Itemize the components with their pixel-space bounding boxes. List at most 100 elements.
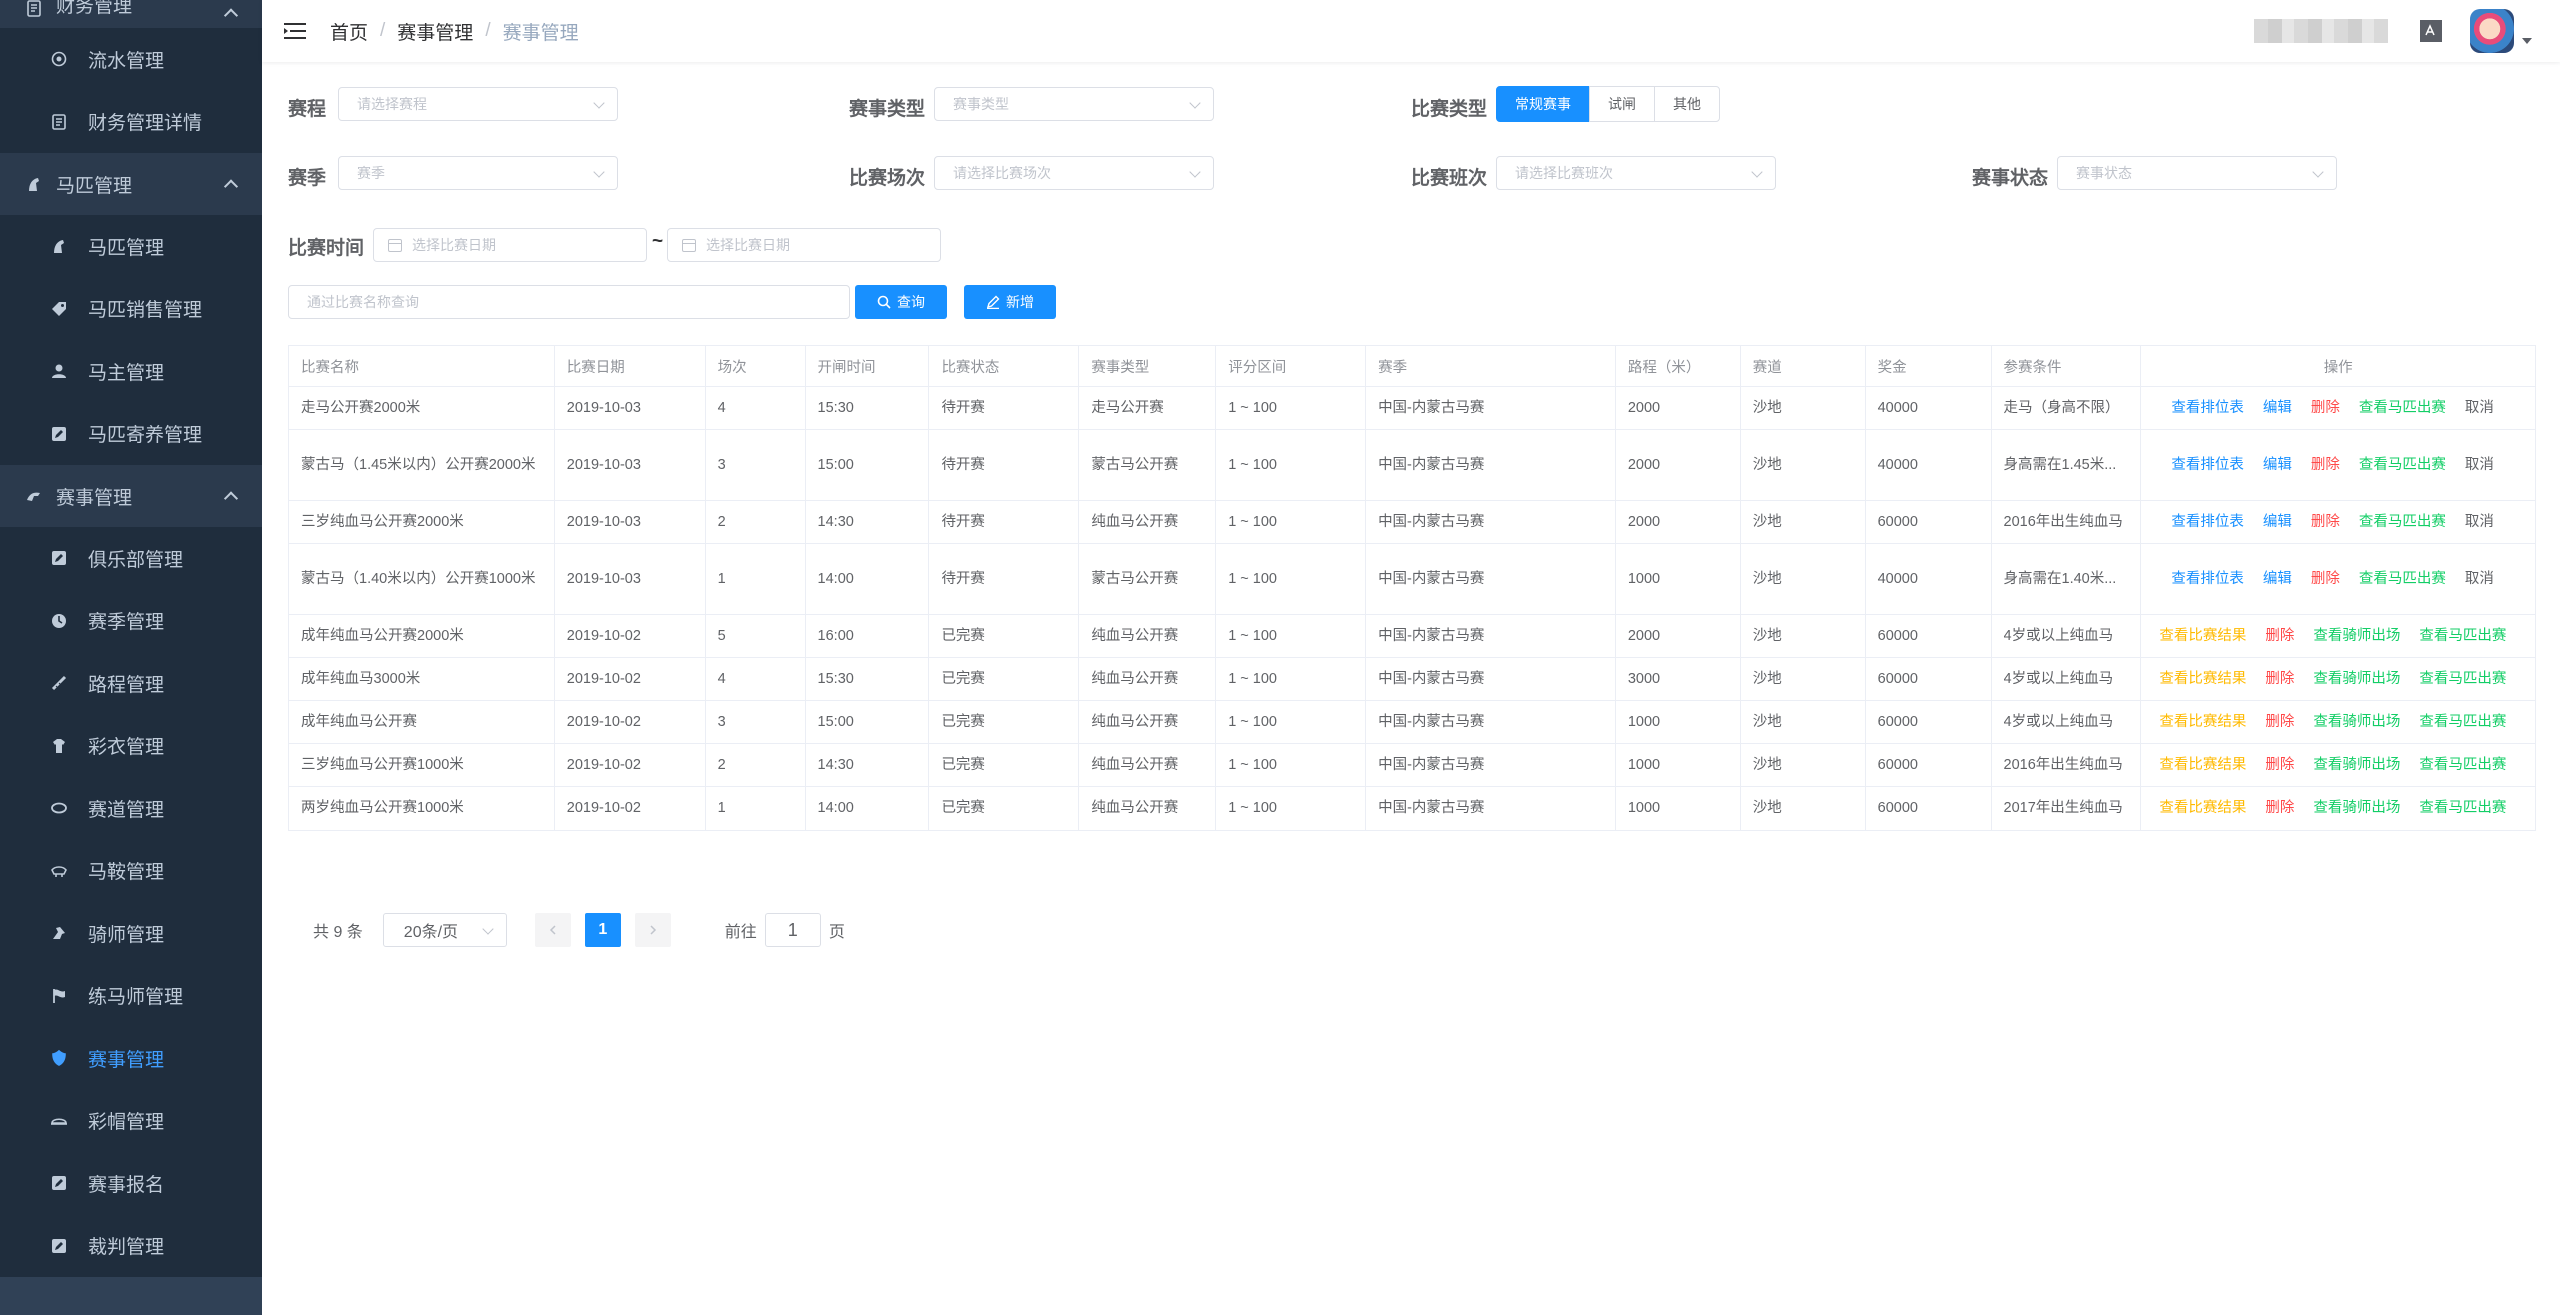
action-link[interactable]: 查看比赛结果 [2159, 710, 2246, 735]
sidebar-item[interactable]: 马匹寄养管理 [0, 402, 262, 465]
cell-text: 4 [717, 670, 726, 687]
sidebar-item[interactable]: 俱乐部管理 [0, 527, 262, 590]
course-select[interactable]: 请选择赛程 [338, 87, 618, 121]
start-date-input[interactable]: 选择比赛日期 [373, 228, 647, 262]
action-link[interactable]: 查看排位表 [2171, 453, 2244, 478]
action-link[interactable]: 查看比赛结果 [2159, 667, 2246, 692]
query-button[interactable]: 查询 [855, 285, 947, 319]
action-link[interactable]: 删除 [2265, 710, 2294, 735]
sidebar-group-1[interactable]: 马匹管理 [0, 153, 262, 215]
match-round-select[interactable]: 请选择比赛场次 [934, 156, 1214, 190]
action-link[interactable]: 删除 [2311, 453, 2340, 478]
action-link[interactable]: 取消 [2465, 567, 2494, 592]
next-page-button[interactable] [634, 913, 671, 947]
action-link[interactable]: 查看排位表 [2171, 567, 2244, 592]
cell-text: 1 ~ 100 [1228, 627, 1277, 644]
radio-other[interactable]: 其他 [1654, 86, 1720, 122]
sidebar-item[interactable]: 财务管理详情 [0, 90, 262, 153]
breadcrumb-home[interactable]: 首页 [330, 18, 368, 45]
add-button-label: 新增 [1006, 294, 1034, 310]
match-time-label: 比赛时间 [288, 238, 365, 259]
cell-name: 两岁纯血马公开赛1000米 [289, 787, 555, 830]
action-link[interactable]: 查看骑师出场 [2313, 753, 2400, 778]
sidebar-group-0[interactable]: 财务管理 [0, 0, 262, 28]
action-link[interactable]: 删除 [2265, 624, 2294, 649]
sidebar-item[interactable]: 马匹销售管理 [0, 277, 262, 340]
action-link[interactable]: 编辑 [2263, 567, 2292, 592]
cell-track: 沙地 [1741, 658, 1866, 700]
action-link[interactable]: 删除 [2311, 510, 2340, 535]
action-link[interactable]: 查看马匹出赛 [2419, 753, 2506, 778]
action-link[interactable]: 查看马匹出赛 [2419, 710, 2506, 735]
action-link[interactable]: 查看马匹出赛 [2359, 567, 2446, 592]
sidebar-group-2[interactable]: 赛事管理 [0, 465, 262, 527]
match-class-select[interactable]: 请选择比赛班次 [1496, 156, 1776, 190]
sidebar-item[interactable]: 练马师管理 [0, 964, 262, 1027]
page-size-select[interactable]: 20条/页 [382, 913, 507, 947]
action-link[interactable]: 删除 [2311, 567, 2340, 592]
sidebar-item[interactable]: 裁判管理 [0, 1214, 262, 1277]
action-link[interactable]: 编辑 [2263, 453, 2292, 478]
action-link[interactable]: 查看马匹出赛 [2359, 396, 2446, 421]
sidebar-item[interactable]: 路程管理 [0, 652, 262, 715]
action-link[interactable]: 取消 [2465, 510, 2494, 535]
sidebar-item[interactable]: 马主管理 [0, 340, 262, 403]
action-link[interactable]: 删除 [2265, 796, 2294, 821]
action-link[interactable]: 查看马匹出赛 [2359, 453, 2446, 478]
action-link[interactable]: 编辑 [2263, 396, 2292, 421]
page-number-button[interactable]: 1 [584, 913, 621, 947]
event-type-select[interactable]: 赛事类型 [934, 87, 1214, 121]
action-link[interactable]: 删除 [2265, 667, 2294, 692]
language-icon[interactable] [2420, 20, 2442, 42]
action-link[interactable]: 查看马匹出赛 [2419, 667, 2506, 692]
cell-text: 2 [717, 513, 726, 530]
sidebar-item[interactable]: 赛季管理 [0, 589, 262, 652]
add-button[interactable]: 新增 [964, 285, 1056, 319]
sidebar-item[interactable]: 马匹管理 [0, 215, 262, 278]
action-link[interactable]: 编辑 [2263, 510, 2292, 535]
prev-page-button[interactable] [534, 913, 571, 947]
cell-distance: 1000 [1616, 544, 1741, 614]
sidebar-item[interactable]: 马鞍管理 [0, 839, 262, 902]
goto-page-input[interactable]: 1 [764, 913, 821, 947]
action-link[interactable]: 查看排位表 [2171, 510, 2244, 535]
sidebar-item[interactable]: 骑师管理 [0, 902, 262, 965]
sidebar-item[interactable]: 彩衣管理 [0, 714, 262, 777]
cell-text: 15:30 [817, 399, 854, 416]
end-date-input[interactable]: 选择比赛日期 [667, 228, 941, 262]
avatar[interactable] [2470, 9, 2514, 53]
action-link[interactable]: 查看排位表 [2171, 396, 2244, 421]
action-link[interactable]: 查看比赛结果 [2159, 753, 2246, 778]
action-link[interactable]: 取消 [2465, 396, 2494, 421]
season-select[interactable]: 赛季 [338, 156, 618, 190]
action-link[interactable]: 删除 [2311, 396, 2340, 421]
cell-gate-time: 15:00 [806, 430, 930, 500]
action-link[interactable]: 查看骑师出场 [2313, 796, 2400, 821]
action-link[interactable]: 查看骑师出场 [2313, 624, 2400, 649]
event-status-select[interactable]: 赛事状态 [2057, 156, 2337, 190]
action-link[interactable]: 删除 [2265, 753, 2294, 778]
action-link[interactable]: 查看马匹出赛 [2419, 796, 2506, 821]
action-link[interactable]: 查看比赛结果 [2159, 624, 2246, 649]
sidebar-item[interactable]: 赛事管理 [0, 1027, 262, 1090]
sidebar-item[interactable]: 流水管理 [0, 28, 262, 91]
horse-icon [50, 237, 68, 255]
action-link[interactable]: 查看比赛结果 [2159, 796, 2246, 821]
sidebar-item[interactable]: 赛事报名 [0, 1152, 262, 1215]
table-row: 成年纯血马3000米 2019-10-02 4 15:30 已完赛 纯血马公开赛 1 ~ 1… [289, 658, 2535, 701]
cell-text: 60000 [1877, 756, 1918, 773]
column-header: 比赛名称 [289, 346, 555, 386]
action-link[interactable]: 查看马匹出赛 [2419, 624, 2506, 649]
hamburger-icon[interactable] [284, 22, 306, 40]
action-link[interactable]: 查看骑师出场 [2313, 667, 2400, 692]
sidebar-item[interactable]: 赛道管理 [0, 777, 262, 840]
radio-regular[interactable]: 常规赛事 [1496, 86, 1590, 122]
action-link[interactable]: 取消 [2465, 453, 2494, 478]
caret-down-icon[interactable] [2522, 38, 2532, 44]
radio-trial[interactable]: 试闸 [1589, 86, 1655, 122]
action-link[interactable]: 查看马匹出赛 [2359, 510, 2446, 535]
sidebar-item[interactable]: 彩帽管理 [0, 1089, 262, 1152]
search-input[interactable]: 通过比赛名称查询 [288, 285, 850, 319]
action-link[interactable]: 查看骑师出场 [2313, 710, 2400, 735]
breadcrumb-event-management[interactable]: 赛事管理 [397, 18, 473, 45]
